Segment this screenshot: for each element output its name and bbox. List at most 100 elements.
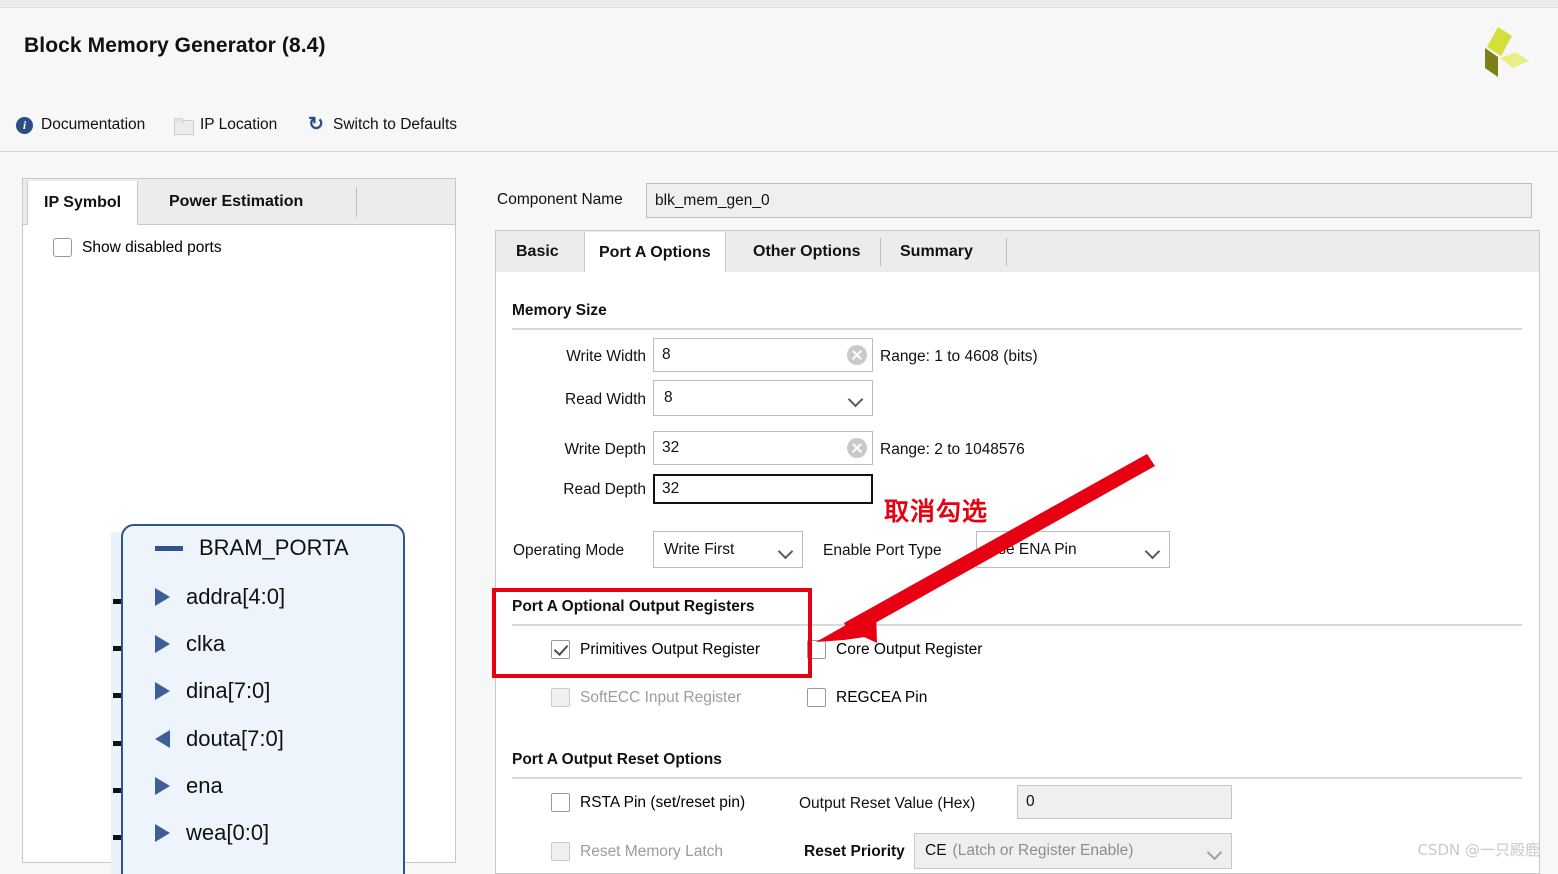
softecc-input-register-row: SoftECC Input Register <box>551 688 741 707</box>
refresh-icon: ↻ <box>308 114 324 135</box>
write-depth-clear-icon[interactable] <box>847 438 867 458</box>
enable-port-type-select[interactable]: Use ENA Pin <box>976 531 1170 568</box>
window-titlebar <box>0 0 1558 8</box>
port-ena: ena <box>155 773 223 799</box>
port-addra-label: addra[4:0] <box>186 584 286 609</box>
read-depth-input[interactable]: 32 <box>653 474 873 504</box>
regcea-pin-label: REGCEA Pin <box>836 688 928 706</box>
toolbar: i Documentation IP Location ↻ Switch to … <box>0 104 1558 152</box>
ip-configuration-window: Block Memory Generator (8.4) i Documenta… <box>0 0 1558 874</box>
left-tabstrip: IP Symbol Power Estimation <box>23 179 455 226</box>
tab-port-a-options[interactable]: Port A Options <box>584 232 726 273</box>
write-width-range: Range: 1 to 4608 (bits) <box>880 348 1038 365</box>
regcea-pin-checkbox[interactable] <box>807 688 826 707</box>
port-douta-label: douta[7:0] <box>186 726 284 751</box>
rsta-pin-row[interactable]: RSTA Pin (set/reset pin) <box>551 793 745 812</box>
bus-connector-icon <box>155 545 183 551</box>
component-name-input[interactable]: blk_mem_gen_0 <box>646 183 1532 218</box>
reset-priority-value: CE <box>925 842 947 859</box>
optional-output-registers-rule <box>512 624 1522 626</box>
softecc-input-register-label: SoftECC Input Register <box>580 688 742 706</box>
output-reset-value-input[interactable]: 0 <box>1017 785 1232 819</box>
port-clka-label: clka <box>186 631 226 656</box>
read-width-label: Read Width <box>565 391 646 408</box>
tab-summary[interactable]: Summary <box>886 231 987 273</box>
tab-separator <box>880 238 881 266</box>
input-arrow-icon <box>155 588 170 606</box>
tab-ip-symbol-label: IP Symbol <box>44 194 122 211</box>
output-reset-options-title: Port A Output Reset Options <box>512 751 722 768</box>
tab-other-options-label: Other Options <box>753 243 861 260</box>
chevron-down-icon <box>1147 546 1158 557</box>
rsta-pin-checkbox[interactable] <box>551 793 570 812</box>
component-name-label: Component Name <box>497 191 623 208</box>
rsta-pin-label: RSTA Pin (set/reset pin) <box>580 793 746 811</box>
chevron-down-icon <box>1209 847 1220 858</box>
write-depth-label: Write Depth <box>564 441 646 458</box>
annotation-note-text: 取消勾选 <box>884 497 989 526</box>
memory-size-title: Memory Size <box>512 302 607 319</box>
input-arrow-icon <box>155 682 170 700</box>
reset-priority-value-detail: (Latch or Register Enable) <box>952 842 1134 859</box>
write-depth-input[interactable]: 32 <box>653 431 873 465</box>
tab-basic-label: Basic <box>516 243 559 260</box>
read-width-select[interactable]: 8 <box>653 380 873 416</box>
port-douta: douta[7:0] <box>155 726 284 752</box>
tab-separator <box>356 187 357 217</box>
tab-ip-symbol[interactable]: IP Symbol <box>27 181 139 226</box>
operating-mode-label: Operating Mode <box>513 542 625 559</box>
port-clka: clka <box>155 631 225 657</box>
bram-block-title-row: BRAM_PORTA <box>155 535 349 561</box>
options-tabstrip: Basic Port A Options Other Options Summa… <box>495 230 1540 273</box>
info-icon: i <box>16 116 33 134</box>
bram-symbol-diagram: BRAM_PORTA addra[4:0] clka dina[7:0] dou… <box>23 225 457 874</box>
read-depth-label: Read Depth <box>563 481 646 498</box>
tab-summary-label: Summary <box>900 243 973 260</box>
core-output-register-checkbox[interactable] <box>807 640 826 659</box>
enable-port-type-label: Enable Port Type <box>823 542 942 559</box>
port-dina: dina[7:0] <box>155 678 270 704</box>
chevron-down-icon <box>780 546 791 557</box>
documentation-button[interactable]: i Documentation <box>16 116 145 134</box>
write-width-input[interactable]: 8 <box>653 338 873 372</box>
input-arrow-icon <box>155 635 170 653</box>
ip-symbol-body: Show disabled ports BRAM_PORTA addra[4:0… <box>23 225 457 874</box>
port-wea-label: wea[0:0] <box>186 820 270 845</box>
reset-priority-label: Reset Priority <box>804 843 905 860</box>
chevron-down-icon <box>850 394 861 405</box>
write-width-clear-icon[interactable] <box>847 345 867 365</box>
reset-memory-latch-checkbox <box>551 842 570 861</box>
core-output-register-row[interactable]: Core Output Register <box>807 640 982 659</box>
ip-symbol-panel: IP Symbol Power Estimation Show disabled… <box>22 178 457 874</box>
tab-separator <box>1006 238 1007 266</box>
operating-mode-value: Write First <box>664 540 735 558</box>
port-ena-label: ena <box>186 773 223 798</box>
primitives-output-register-row[interactable]: Primitives Output Register <box>551 640 760 659</box>
primitives-output-register-checkbox[interactable] <box>551 640 570 659</box>
reset-memory-latch-label: Reset Memory Latch <box>580 842 723 860</box>
input-arrow-icon <box>155 777 170 795</box>
reset-priority-select[interactable]: CE (Latch or Register Enable) <box>914 833 1232 869</box>
folder-icon <box>174 117 194 135</box>
page-title: Block Memory Generator (8.4) <box>24 34 326 57</box>
xilinx-logo <box>1485 27 1529 77</box>
ip-location-label: IP Location <box>200 116 278 133</box>
tab-other-options[interactable]: Other Options <box>739 231 875 273</box>
bram-block-label: BRAM_PORTA <box>199 535 349 560</box>
regcea-pin-row[interactable]: REGCEA Pin <box>807 688 927 707</box>
switch-to-defaults-label: Switch to Defaults <box>333 116 458 133</box>
optional-output-registers-title: Port A Optional Output Registers <box>512 598 755 615</box>
primitives-output-register-label: Primitives Output Register <box>580 640 761 658</box>
memory-size-rule <box>512 328 1522 330</box>
tab-power-estimation[interactable]: Power Estimation <box>153 179 319 225</box>
switch-to-defaults-button[interactable]: ↻ Switch to Defaults <box>307 114 458 135</box>
write-width-label: Write Width <box>566 348 646 365</box>
port-addra: addra[4:0] <box>155 584 285 610</box>
ip-location-button[interactable]: IP Location <box>174 116 278 135</box>
operating-mode-select[interactable]: Write First <box>653 531 803 568</box>
tab-port-a-options-label: Port A Options <box>599 243 711 261</box>
tab-basic[interactable]: Basic <box>502 231 573 273</box>
read-width-value: 8 <box>664 389 673 406</box>
core-output-register-label: Core Output Register <box>836 640 983 658</box>
reset-memory-latch-row: Reset Memory Latch <box>551 842 723 861</box>
